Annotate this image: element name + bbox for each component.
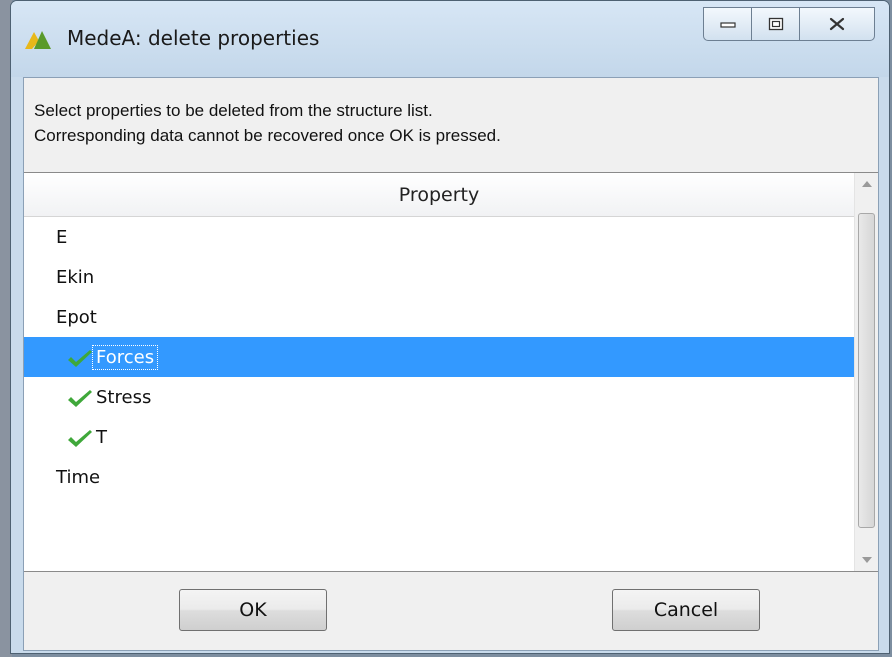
scroll-down-icon <box>861 557 872 563</box>
vertical-scrollbar[interactable] <box>854 173 878 571</box>
checkmark-icon <box>68 390 92 407</box>
instructions: Select properties to be deleted from the… <box>34 98 501 148</box>
window-title: MedeA: delete properties <box>67 26 320 50</box>
property-label: Stress <box>96 386 152 408</box>
scroll-up-icon <box>861 181 872 187</box>
ok-button[interactable]: OK <box>179 589 327 631</box>
property-list[interactable]: Property E Ekin Epot Forces Stress T Time <box>24 172 878 572</box>
minimize-icon <box>719 22 736 28</box>
medea-logo-icon <box>25 31 51 49</box>
maximize-button[interactable] <box>751 7 799 41</box>
dialog-window: MedeA: delete properties Select properti… <box>10 0 890 654</box>
property-label: E <box>56 226 68 248</box>
minimize-button[interactable] <box>703 7 751 41</box>
cancel-button[interactable]: Cancel <box>612 589 760 631</box>
property-row[interactable]: Forces <box>24 337 854 377</box>
property-label: T <box>96 426 107 448</box>
property-row[interactable]: E <box>24 217 854 257</box>
property-label: Epot <box>56 306 97 328</box>
property-label: Forces <box>91 344 159 370</box>
property-label: Time <box>56 466 101 488</box>
property-row[interactable]: T <box>24 417 854 457</box>
instruction-line-1: Select properties to be deleted from the… <box>34 101 433 120</box>
property-row[interactable]: Stress <box>24 377 854 417</box>
scroll-up-button[interactable] <box>855 173 878 195</box>
property-row[interactable]: Epot <box>24 297 854 337</box>
close-icon <box>829 17 845 31</box>
property-row[interactable]: Ekin <box>24 257 854 297</box>
property-rows: E Ekin Epot Forces Stress T Time <box>24 217 854 497</box>
property-row[interactable]: Time <box>24 457 854 497</box>
checkmark-icon <box>68 430 92 447</box>
property-label: Ekin <box>56 266 95 288</box>
column-header-property[interactable]: Property <box>24 173 854 217</box>
dialog-body: Select properties to be deleted from the… <box>23 77 879 651</box>
maximize-icon <box>768 17 783 31</box>
checkmark-icon <box>68 350 92 367</box>
title-bar[interactable]: MedeA: delete properties <box>11 1 889 77</box>
window-controls <box>703 7 875 41</box>
close-button[interactable] <box>799 7 875 41</box>
scrollbar-thumb[interactable] <box>858 213 875 528</box>
scroll-down-button[interactable] <box>855 549 878 571</box>
instruction-line-2: Corresponding data cannot be recovered o… <box>34 126 501 145</box>
